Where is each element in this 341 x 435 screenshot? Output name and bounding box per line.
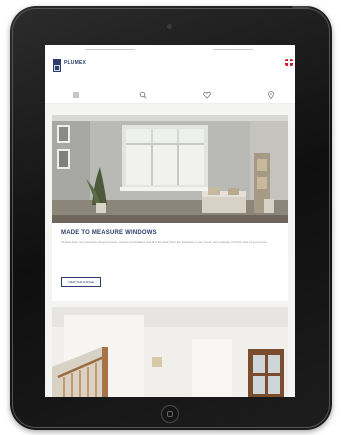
- utility-link[interactable]: [213, 49, 253, 50]
- hero-title: MADE TO MEASURE WINDOWS: [61, 230, 157, 236]
- home-button-square-icon: [167, 411, 173, 417]
- search-icon[interactable]: [138, 90, 148, 100]
- location-icon[interactable]: [266, 90, 276, 100]
- site-logo-text[interactable]: PLUMEX: [64, 59, 86, 67]
- nav-bar: [45, 82, 295, 104]
- tablet-screen: PLUMEX MADE TO MEASURE WINDOWS Choose fr…: [45, 45, 295, 397]
- hero-description: Choose from our extensive range of style…: [61, 240, 268, 244]
- utility-link[interactable]: [85, 49, 135, 50]
- top-utility-bar: [45, 45, 295, 55]
- language-flag-icon[interactable]: [285, 59, 293, 66]
- menu-icon[interactable]: [71, 90, 81, 100]
- tablet-home-button[interactable]: [161, 405, 179, 423]
- site-logo-icon[interactable]: [53, 59, 61, 72]
- tablet-side-button: [292, 6, 310, 8]
- tablet-camera: [167, 24, 172, 29]
- view-range-button[interactable]: VIEW THE RANGE: [61, 277, 101, 287]
- product-photo: PLUMEX MADE TO MEASURE WINDOWS Choose fr…: [0, 0, 341, 435]
- heart-icon[interactable]: [202, 90, 212, 100]
- staircase-image[interactable]: [52, 307, 288, 397]
- hero-image[interactable]: [52, 115, 288, 225]
